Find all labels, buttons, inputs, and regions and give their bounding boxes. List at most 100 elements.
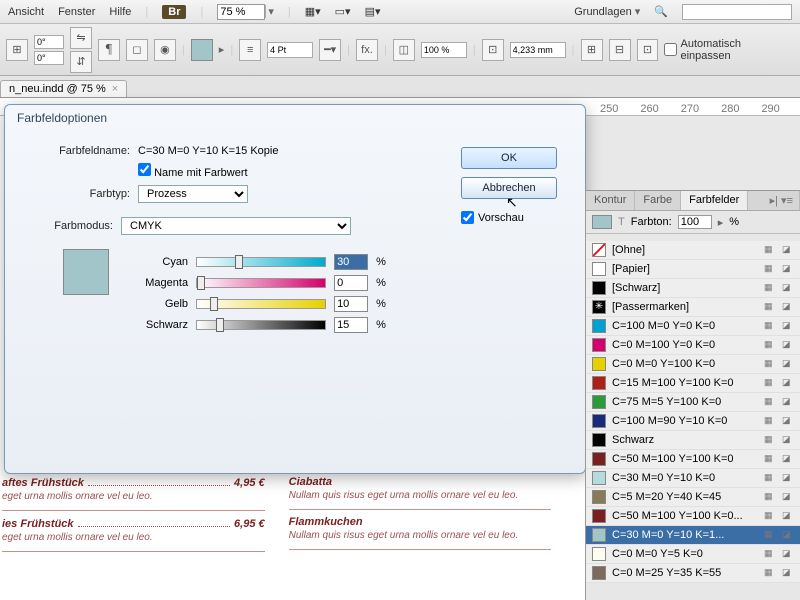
center-content-icon[interactable]: ⊡ — [637, 39, 659, 61]
arrange-icon[interactable]: ▤▾ — [365, 5, 381, 18]
color-model-icon: ▦ — [764, 358, 776, 370]
close-icon[interactable]: × — [112, 83, 118, 95]
tab-farbe[interactable]: Farbe — [635, 191, 681, 210]
swatch-item[interactable]: [Ohne]▦◪ — [586, 241, 800, 260]
ref-point-icon[interactable]: ⊞ — [6, 39, 28, 61]
color-type-select[interactable]: Prozess — [138, 185, 248, 203]
color-model-icon: ▦ — [764, 567, 776, 579]
cancel-button[interactable]: Abbrechen — [461, 177, 557, 199]
frame-fit-icon[interactable]: ⊡ — [482, 39, 504, 61]
swatch-item[interactable]: [Papier]▦◪ — [586, 260, 800, 279]
swatch-item[interactable]: C=0 M=0 Y=5 K=0▦◪ — [586, 545, 800, 564]
fit-content-icon[interactable]: ⊞ — [581, 39, 603, 61]
select-content-icon[interactable]: ◉ — [154, 39, 176, 61]
menu-ansicht[interactable]: Ansicht — [8, 6, 44, 18]
swatch-item[interactable]: C=50 M=100 Y=100 K=0▦◪ — [586, 450, 800, 469]
black-input[interactable] — [334, 317, 368, 333]
color-type-icon: ◪ — [782, 491, 794, 503]
measurement-input[interactable] — [510, 42, 566, 58]
screen-mode-icon[interactable]: ▭▾ — [335, 5, 351, 18]
cyan-slider[interactable] — [196, 257, 326, 267]
swatch-color — [592, 414, 606, 428]
color-type-icon: ◪ — [782, 263, 794, 275]
document-tab[interactable]: n_neu.indd @ 75 %× — [0, 80, 127, 97]
swatch-item[interactable]: C=15 M=100 Y=100 K=0▦◪ — [586, 374, 800, 393]
swatch-item[interactable]: C=30 M=0 Y=10 K=0▦◪ — [586, 469, 800, 488]
swatch-item[interactable]: C=5 M=20 Y=40 K=45▦◪ — [586, 488, 800, 507]
color-type-icon: ◪ — [782, 358, 794, 370]
menu-hilfe[interactable]: Hilfe — [109, 6, 131, 18]
flip-h-icon[interactable]: ⇋ — [70, 27, 92, 49]
swatch-item[interactable]: C=50 M=100 Y=100 K=0...▦◪ — [586, 507, 800, 526]
yellow-slider[interactable] — [196, 299, 326, 309]
tint-input[interactable] — [678, 215, 712, 229]
text-fill-icon[interactable]: T — [618, 216, 625, 228]
swatch-item[interactable]: [Schwarz]▦◪ — [586, 279, 800, 298]
cyan-label: Cyan — [130, 256, 188, 268]
swatch-color — [592, 452, 606, 466]
cyan-input[interactable] — [334, 254, 368, 270]
color-model-icon: ▦ — [764, 339, 776, 351]
magenta-input[interactable] — [334, 275, 368, 291]
swatch-item[interactable]: C=30 M=0 Y=10 K=1...▦◪ — [586, 526, 800, 545]
swatch-color — [592, 547, 606, 561]
name-label: Farbfeldname: — [35, 145, 130, 157]
color-model-icon: ▦ — [764, 282, 776, 294]
chevron-down-icon[interactable]: ▾ — [265, 5, 274, 18]
paragraph-icon[interactable]: ¶ — [98, 39, 120, 61]
swatch-item[interactable]: C=0 M=100 Y=0 K=0▦◪ — [586, 336, 800, 355]
opacity-input[interactable] — [421, 42, 467, 58]
swatch-name: C=0 M=25 Y=35 K=55 — [612, 567, 758, 579]
swatch-item[interactable]: C=100 M=0 Y=0 K=0▦◪ — [586, 317, 800, 336]
dialog-title: Farbfeldoptionen — [5, 105, 585, 131]
magenta-slider[interactable] — [196, 278, 326, 288]
yellow-input[interactable] — [334, 296, 368, 312]
color-type-icon: ◪ — [782, 320, 794, 332]
color-model-icon: ▦ — [764, 263, 776, 275]
swatch-item[interactable]: C=0 M=0 Y=100 K=0 ▦ ◪ — [586, 355, 800, 374]
color-model-icon: ▦ — [764, 415, 776, 427]
swatch-item[interactable]: C=0 M=25 Y=35 K=55▦◪ — [586, 564, 800, 583]
auto-fit-checkbox[interactable]: Automatisch einpassen — [664, 38, 794, 62]
stroke-style-icon[interactable]: ━▾ — [319, 39, 341, 61]
view-options-icon[interactable]: ▦▾ — [305, 5, 321, 18]
fit-frame-icon[interactable]: ⊟ — [609, 39, 631, 61]
swatch-name: C=0 M=0 Y=5 K=0 — [612, 548, 758, 560]
panel-menu-icon[interactable]: ▸| ▾≡ — [764, 191, 800, 210]
search-input[interactable] — [682, 4, 792, 20]
tab-farbfelder[interactable]: Farbfelder — [681, 191, 748, 210]
swatch-color — [592, 243, 606, 257]
swatch-color — [592, 528, 606, 542]
stroke-weight-input[interactable] — [267, 42, 313, 58]
swatch-color — [592, 262, 606, 276]
bridge-icon[interactable]: Br — [162, 5, 186, 19]
color-type-icon: ◪ — [782, 377, 794, 389]
zoom-input[interactable] — [217, 4, 265, 20]
color-type-icon: ◪ — [782, 434, 794, 446]
swatch-name: [Passermarken] — [612, 301, 758, 313]
color-model-icon: ▦ — [764, 377, 776, 389]
tab-kontur[interactable]: Kontur — [586, 191, 635, 210]
effects-icon[interactable]: fx. — [356, 39, 378, 61]
workspace-selector[interactable]: Grundlagen ▾ — [574, 5, 640, 18]
color-model-icon: ▦ — [764, 510, 776, 522]
flip-v-icon[interactable]: ⇵ — [70, 51, 92, 73]
rotate-input[interactable] — [34, 35, 64, 49]
shear-input[interactable] — [34, 51, 64, 65]
color-model-icon: ▦ — [764, 320, 776, 332]
color-mode-select[interactable]: CMYK — [121, 217, 351, 235]
menu-fenster[interactable]: Fenster — [58, 6, 95, 18]
chevron-down-icon[interactable]: ▸ — [219, 43, 225, 56]
swatch-item[interactable]: C=100 M=90 Y=10 K=0▦◪ — [586, 412, 800, 431]
swatch-item[interactable]: Schwarz▦◪ — [586, 431, 800, 450]
swatch-name: C=0 M=0 Y=100 K=0 — [612, 358, 758, 370]
ok-button[interactable]: OK — [461, 147, 557, 169]
select-container-icon[interactable]: ◻ — [126, 39, 148, 61]
black-slider[interactable] — [196, 320, 326, 330]
swatch-item[interactable]: C=75 M=5 Y=100 K=0▦◪ — [586, 393, 800, 412]
fill-swatch[interactable] — [191, 39, 213, 61]
swatch-item[interactable]: ✳[Passermarken]▦◪ — [586, 298, 800, 317]
preview-checkbox[interactable]: Vorschau — [461, 211, 557, 224]
name-with-value-checkbox[interactable]: Name mit Farbwert — [138, 163, 248, 179]
tint-swatch[interactable] — [592, 215, 612, 229]
